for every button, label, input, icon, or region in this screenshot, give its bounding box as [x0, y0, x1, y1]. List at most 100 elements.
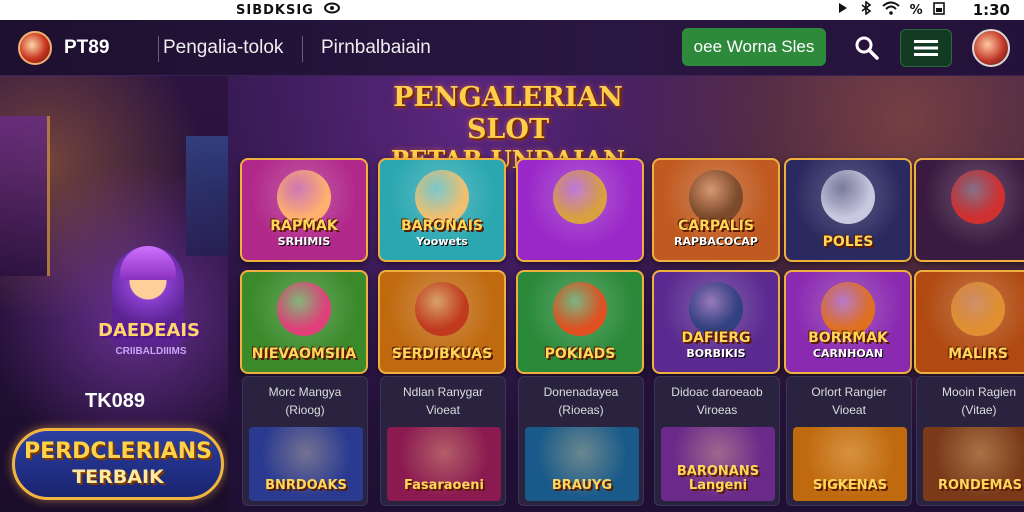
nav-divider — [302, 36, 303, 62]
game-subtitle: BORBIKIS — [686, 347, 746, 360]
game-list-title: Donenadayea — [543, 385, 619, 399]
battery-percent: % — [909, 2, 923, 18]
game-card[interactable]: MALIRS — [914, 270, 1024, 374]
game-subtitle: RAPBACOCAP — [673, 235, 758, 248]
game-thumbnail[interactable]: SIGKENAS — [793, 427, 907, 501]
status-left-text: SIBDKSIG — [236, 2, 314, 18]
game-card[interactable]: BARONAIS Yoowets — [378, 158, 506, 262]
promo-badge[interactable]: PERDCLERIANS TERBAIK — [12, 428, 224, 500]
game-title: SERDIBKUAS — [391, 346, 493, 362]
game-title: DAFIERG BORBIKIS — [681, 330, 751, 360]
game-card[interactable] — [914, 158, 1024, 262]
avatar[interactable] — [972, 29, 1010, 67]
game-card[interactable]: RAPMAK SRHIMIS — [240, 158, 368, 262]
game-thumbnail-label: BNRDOAKS — [265, 478, 347, 493]
game-list-subtitle: Vioeat — [832, 403, 866, 417]
top-navbar: PT89 Pengalia-tolok Pirnbalbaiain oee Wo… — [0, 20, 1024, 76]
game-list-card[interactable]: Didoac daroeaob Viroeas BARONANS Langeni — [654, 376, 780, 506]
game-thumbnail-label: BRAUYG — [551, 478, 613, 493]
game-list-subtitle: (Rioog) — [285, 403, 325, 417]
search-icon[interactable] — [852, 33, 882, 63]
nav-divider — [158, 36, 159, 62]
game-card[interactable] — [516, 158, 644, 262]
game-thumbnail-label: SIGKENAS — [812, 478, 888, 493]
status-time: 1:30 — [972, 1, 1010, 19]
game-art-icon — [553, 282, 607, 336]
game-title: POKIADS — [544, 346, 616, 362]
battery-icon — [932, 1, 945, 19]
bluetooth-icon — [860, 0, 872, 19]
game-list-title: Didoac daroeaob — [671, 385, 763, 399]
cta-button[interactable]: oee Worna Sles — [682, 28, 826, 66]
game-list-title: Orlort Rangier — [811, 385, 887, 399]
game-art-icon — [277, 170, 331, 224]
game-list-title: Mooin Ragien — [941, 385, 1017, 399]
status-bar: SIBDKSIG % 1:30 — [0, 0, 1024, 20]
promo-badge-line1: PERDCLERIANS — [24, 439, 212, 464]
game-subtitle: CARNHOAN — [812, 347, 884, 360]
brand-name[interactable]: PT89 — [64, 37, 109, 59]
game-art-icon — [821, 282, 875, 336]
game-art-icon — [277, 282, 331, 336]
game-list-card[interactable]: Donenadayea (Rioeas) BRAUYG — [518, 376, 644, 506]
game-title: RAPMAK SRHIMIS — [270, 218, 338, 248]
game-list-subtitle: (Vitae) — [961, 403, 997, 417]
game-list-card[interactable]: Morc Mangya (Rioog) BNRDOAKS — [242, 376, 368, 506]
game-thumbnail-label: BARONANS Langeni — [676, 464, 760, 493]
game-art-icon — [951, 282, 1005, 336]
game-subtitle: SRHIMIS — [277, 235, 331, 248]
promo-title: DAEDEAIS — [98, 320, 200, 341]
game-title: POLES — [822, 234, 874, 250]
game-thumbnail[interactable]: BNRDOAKS — [249, 427, 363, 501]
game-art-icon — [415, 282, 469, 336]
game-card[interactable]: NIEVAOMSIIA — [240, 270, 368, 374]
game-title: MALIRS — [948, 346, 1008, 362]
game-card[interactable]: CARPALIS RAPBACOCAP — [652, 158, 780, 262]
game-art-icon — [553, 170, 607, 224]
signal-icon — [836, 1, 850, 19]
game-art-icon — [689, 170, 743, 224]
game-card[interactable]: POLES — [784, 158, 912, 262]
nav-link-2[interactable]: Pirnbalbaiain — [321, 37, 431, 59]
game-art-icon — [951, 170, 1005, 224]
game-title: CARPALIS RAPBACOCAP — [673, 218, 758, 248]
main-content: PENGALERIAN SLOT PETAR UNDAIAN RAPMAK SRH… — [228, 76, 1024, 512]
nav-link-1[interactable]: Pengalia-tolok — [163, 37, 283, 59]
game-list-card[interactable]: Mooin Ragien (Vitae) RONDEMAS — [916, 376, 1024, 506]
game-subtitle: Yoowets — [416, 235, 468, 248]
game-list-title: Morc Mangya — [268, 385, 342, 399]
game-thumbnail[interactable]: Fasaraoeni — [387, 427, 501, 501]
game-list-subtitle: (Rioeas) — [558, 403, 604, 417]
game-art-icon — [415, 170, 469, 224]
game-art-icon — [821, 170, 875, 224]
game-title: BORRMAK CARNHOAN — [808, 330, 888, 360]
game-card[interactable]: BORRMAK CARNHOAN — [784, 270, 912, 374]
game-list-title: Ndlan Ranygar — [402, 385, 484, 399]
game-card[interactable]: POKIADS — [516, 270, 644, 374]
promo-subtitle: CRIIBALDIIIMS — [115, 346, 187, 357]
game-card[interactable]: SERDIBKUAS — [378, 270, 506, 374]
game-title: BARONAIS Yoowets — [400, 218, 484, 248]
game-art-icon — [689, 282, 743, 336]
sidebar-promo: DAEDEAIS CRIIBALDIIIMS TK089 PERDCLERIAN… — [0, 76, 228, 512]
game-thumbnail[interactable]: BARONANS Langeni — [661, 427, 775, 501]
menu-button[interactable] — [900, 29, 952, 67]
promo-badge-line2: TERBAIK — [72, 466, 164, 488]
game-card[interactable]: DAFIERG BORBIKIS — [652, 270, 780, 374]
game-thumbnail[interactable]: BRAUYG — [525, 427, 639, 501]
hamburger-icon — [914, 40, 938, 56]
game-list-subtitle: Vioeat — [426, 403, 460, 417]
slot-machine-illustration — [0, 116, 50, 276]
slot-machine-illustration — [186, 136, 228, 256]
game-list-subtitle: Viroeas — [696, 403, 738, 417]
game-list-card[interactable]: Orlort Rangier Vioeat SIGKENAS — [786, 376, 912, 506]
game-list-card[interactable]: Ndlan Ranygar Vioeat Fasaraoeni — [380, 376, 506, 506]
logo-icon[interactable] — [18, 31, 52, 65]
eye-icon — [323, 2, 340, 18]
game-thumbnail[interactable]: RONDEMAS — [923, 427, 1024, 501]
hero-title-line1: PENGALERIAN SLOT — [393, 82, 623, 145]
game-thumbnail-label: Fasaraoeni — [403, 478, 485, 493]
game-title: NIEVAOMSIIA — [251, 346, 357, 362]
game-thumbnail-label: RONDEMAS — [938, 478, 1022, 493]
promo-code: TK089 — [84, 390, 146, 412]
